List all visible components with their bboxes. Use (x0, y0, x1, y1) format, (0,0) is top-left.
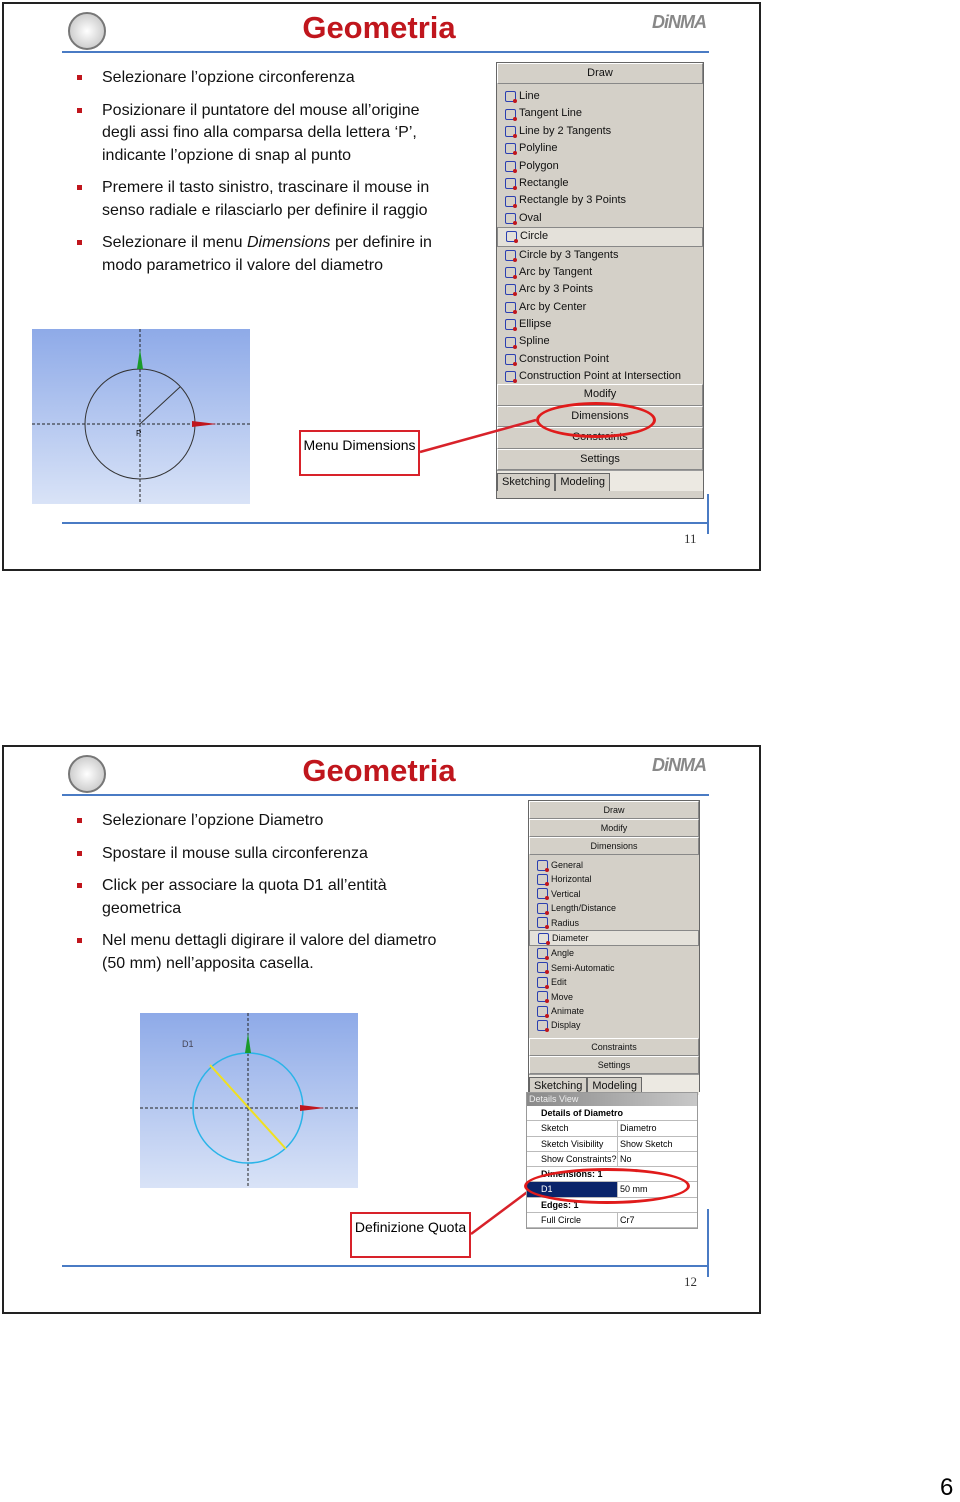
footer-rule (62, 522, 709, 524)
slide-number: 12 (684, 1274, 697, 1289)
details-row[interactable]: Full Circle Cr7 (527, 1213, 697, 1229)
details-row[interactable]: Sketch Visibility Show Sketch (527, 1136, 697, 1152)
slide-number: 11 (684, 531, 697, 546)
details-key: Sketch (527, 1121, 618, 1136)
details-view-panel: Details View Details of Diametro Sketch Dia… (526, 1092, 698, 1230)
details-key: Details of Diametro (541, 1108, 624, 1118)
details-row[interactable]: Show Constraints? No (527, 1151, 697, 1168)
slide-11: DiNMA Geometria Selezionare l’opzione ci… (2, 2, 761, 571)
details-value: No (620, 1153, 632, 1164)
details-row[interactable]: Sketch Diametro (527, 1121, 697, 1137)
details-view-title: Details View (527, 1093, 697, 1106)
details-value: Cr7 (620, 1215, 635, 1226)
details-key: Show Constraints? (527, 1151, 618, 1167)
details-value: Diametro (620, 1123, 657, 1134)
details-group-header: Details of Diametro (527, 1106, 697, 1122)
details-key: Sketch Visibility (527, 1136, 618, 1151)
details-value: Show Sketch (620, 1138, 673, 1149)
highlight-ellipse (524, 1168, 690, 1204)
details-key: Full Circle (527, 1213, 618, 1228)
footer-rule (62, 1265, 709, 1267)
page-number: 6 (940, 1474, 954, 1501)
footer-rule-vertical (707, 494, 709, 534)
footer-rule-vertical (707, 1209, 709, 1277)
